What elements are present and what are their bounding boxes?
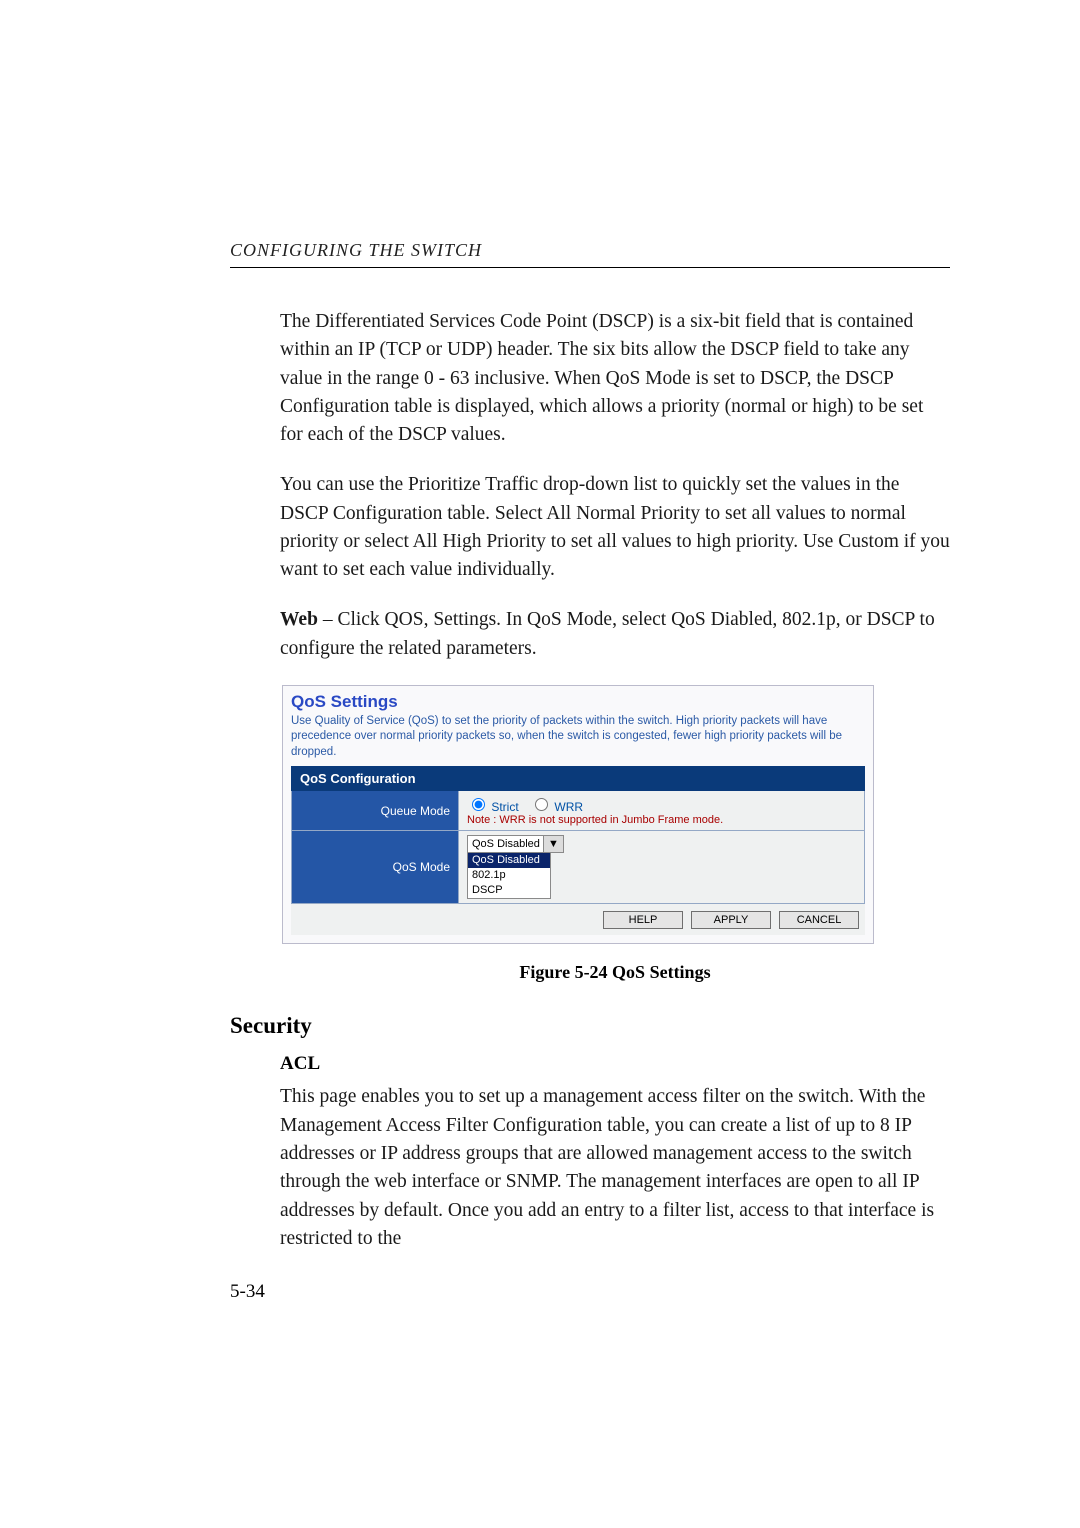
chevron-down-icon[interactable]: ▼: [543, 836, 563, 852]
qos-mode-option-list: QoS Disabled 802.1p DSCP: [467, 852, 551, 899]
qos-settings-screenshot: QoS Settings Use Quality of Service (QoS…: [282, 685, 874, 945]
strict-radio[interactable]: [472, 798, 485, 811]
wrr-radio[interactable]: [535, 798, 548, 811]
queue-mode-label: Queue Mode: [292, 791, 459, 831]
wrr-note: Note : WRR is not supported in Jumbo Fra…: [467, 814, 856, 826]
qos-mode-option-8021p[interactable]: 802.1p: [468, 868, 550, 883]
header-rule: [230, 267, 950, 268]
qos-settings-title: QoS Settings: [291, 692, 865, 712]
qos-configuration-header-row: QoS Configuration: [292, 767, 865, 791]
running-head: CONFIGURING THE SWITCH: [230, 240, 950, 261]
queue-mode-strict[interactable]: Strict: [467, 800, 522, 814]
qos-mode-row: QoS Mode QoS Disabled ▼ QoS Disabled 802…: [292, 831, 865, 904]
web-rest: – Click QOS, Settings. In QoS Mode, sele…: [280, 609, 935, 658]
button-row: HELP APPLY CANCEL: [291, 904, 865, 935]
paragraph-dscp: The Differentiated Services Code Point (…: [280, 308, 950, 449]
web-lead: Web: [280, 609, 318, 630]
qos-settings-description: Use Quality of Service (QoS) to set the …: [291, 714, 865, 761]
qos-configuration-table: QoS Configuration Queue Mode Strict WRR: [291, 766, 865, 904]
qos-mode-option-dscp[interactable]: DSCP: [468, 883, 550, 898]
page-number: 5-34: [230, 1281, 950, 1303]
qos-mode-select-value: QoS Disabled: [472, 838, 540, 850]
acl-heading: ACL: [280, 1053, 950, 1075]
strict-label: Strict: [491, 800, 518, 814]
qos-configuration-header: QoS Configuration: [292, 767, 865, 791]
paragraph-web: Web – Click QOS, Settings. In QoS Mode, …: [280, 606, 950, 663]
qos-mode-select[interactable]: QoS Disabled ▼: [467, 835, 564, 853]
help-button[interactable]: HELP: [603, 911, 683, 929]
figure-caption: Figure 5-24 QoS Settings: [280, 962, 950, 983]
paragraph-prioritize: You can use the Prioritize Traffic drop-…: [280, 471, 950, 584]
wrr-label: WRR: [554, 800, 583, 814]
acl-paragraph: This page enables you to set up a manage…: [280, 1083, 950, 1253]
queue-mode-row: Queue Mode Strict WRR Note : WRR is not …: [292, 791, 865, 831]
apply-button[interactable]: APPLY: [691, 911, 771, 929]
queue-mode-wrr[interactable]: WRR: [530, 800, 583, 814]
qos-mode-label: QoS Mode: [292, 831, 459, 904]
security-heading: Security: [230, 1013, 950, 1039]
cancel-button[interactable]: CANCEL: [779, 911, 859, 929]
qos-mode-option-disabled[interactable]: QoS Disabled: [468, 853, 550, 868]
